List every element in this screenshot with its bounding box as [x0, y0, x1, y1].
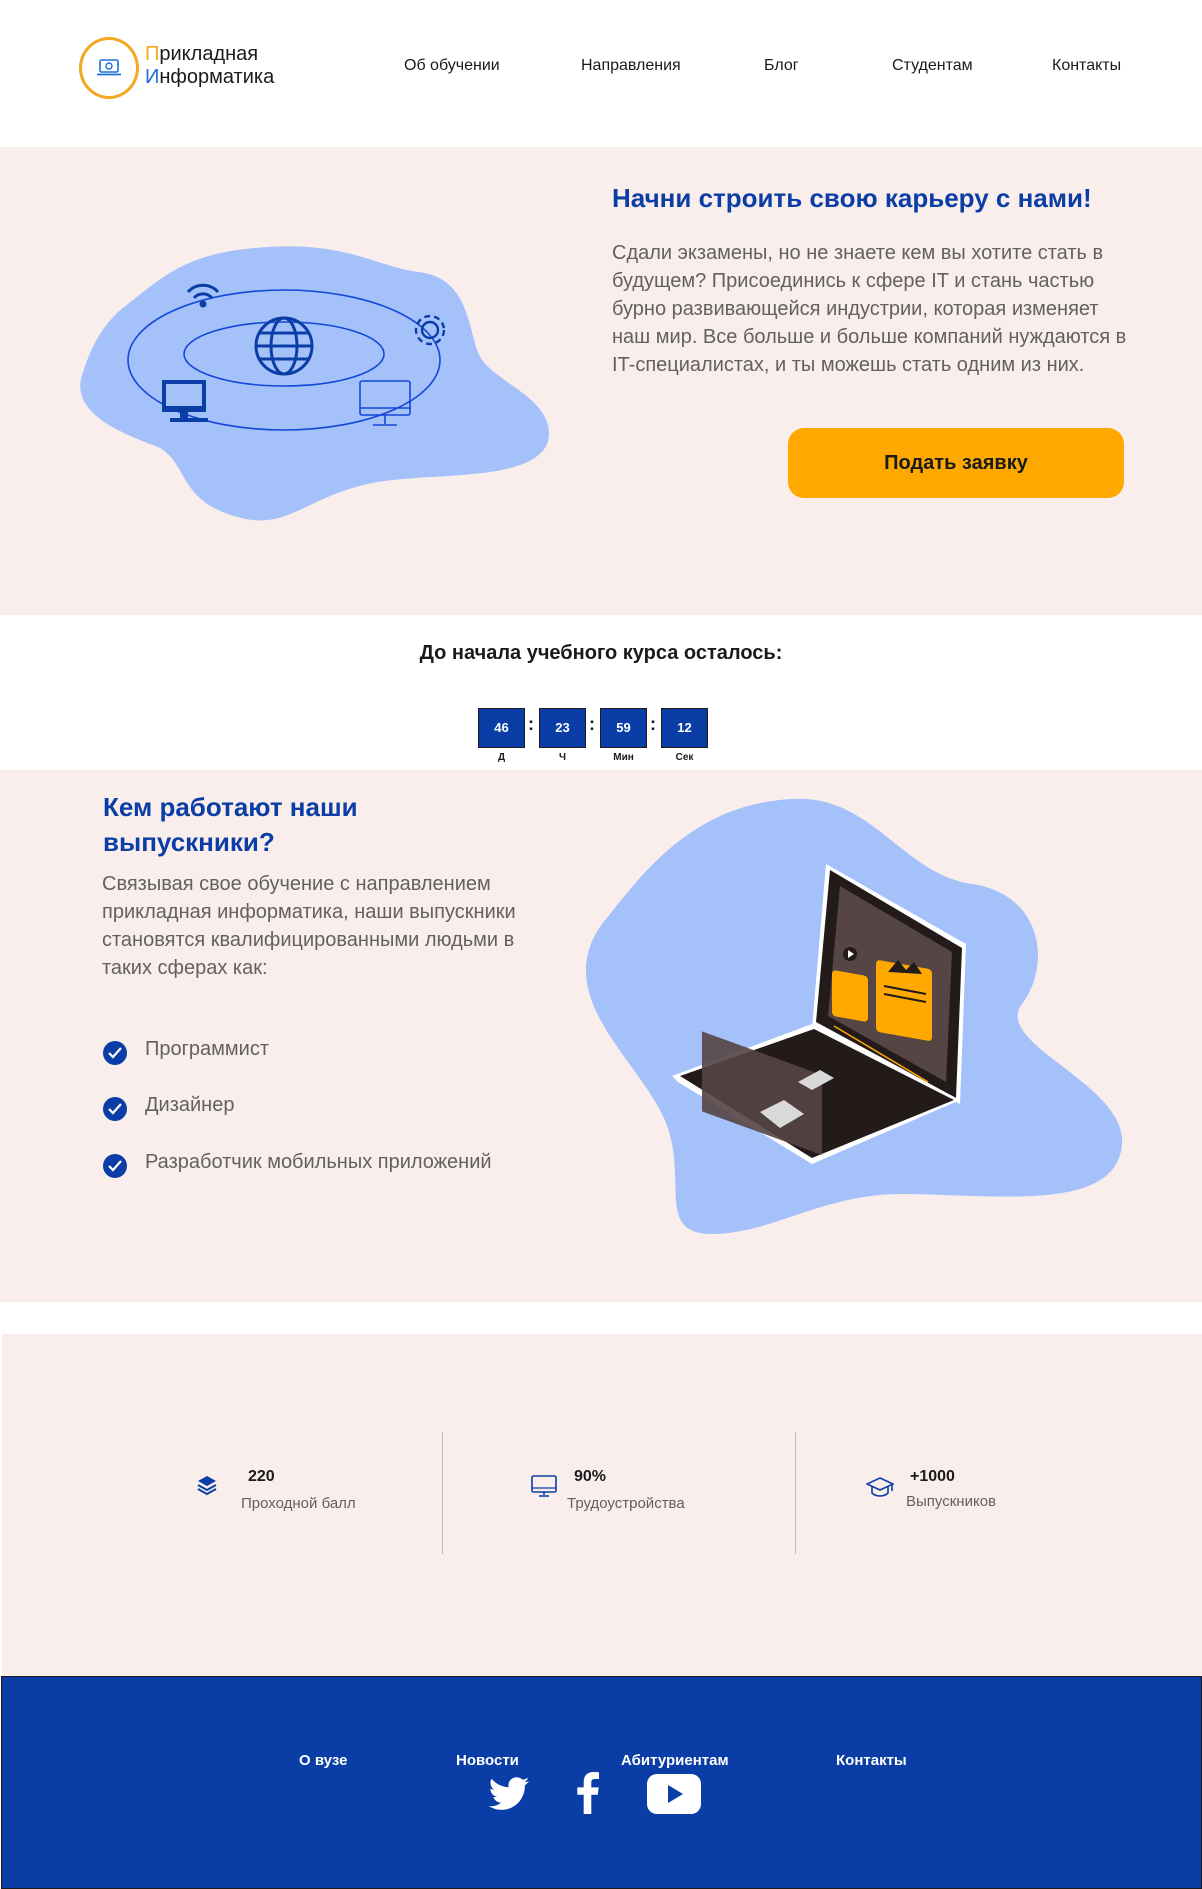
nav-students[interactable]: Студентам [892, 57, 973, 75]
footer-link-contacts[interactable]: Контакты [836, 1752, 907, 1769]
footer-link-news[interactable]: Новости [456, 1752, 519, 1769]
footer-link-about[interactable]: О вузе [299, 1752, 347, 1769]
network-illustration [80, 246, 549, 521]
apply-button[interactable]: Подать заявку [788, 428, 1124, 498]
hero-description: Сдали экзамены, но не знаете кем вы хоти… [612, 242, 1127, 376]
stat-divider [442, 1432, 443, 1554]
hero-section: Начни строить свою карьеру с нами! Сдали… [0, 147, 1202, 615]
stat-value: +1000 [910, 1468, 955, 1485]
nav-blog[interactable]: Блог [764, 57, 799, 75]
stats-section: 220 Проходной балл 90% Трудоустройства +… [2, 1334, 1202, 1676]
book-stack-icon [197, 1476, 217, 1496]
countdown-hours-label: Ч [558, 752, 567, 763]
check-circle-icon [103, 1097, 127, 1121]
countdown-title: До начала учебного курса осталось: [419, 642, 783, 664]
graduates-section: Кем работают наши выпускники? Связывая с… [0, 770, 1202, 1302]
stat-value: 220 [248, 1468, 275, 1485]
laptop-illustration [585, 798, 1123, 1234]
graduates-description: Связывая свое обучение с направлением пр… [102, 873, 516, 979]
youtube-icon[interactable] [647, 1774, 701, 1814]
countdown-hours: 23 [539, 708, 586, 748]
nav-directions[interactable]: Направления [581, 57, 681, 75]
main-nav: Об обучении Направления Блог Студентам К… [0, 57, 1202, 79]
countdown-seconds-label: Сек [675, 752, 694, 763]
stat-label: Выпускников [906, 1493, 997, 1510]
countdown-separator: : [589, 714, 595, 734]
nav-contacts[interactable]: Контакты [1052, 57, 1121, 75]
stat-value: 90% [574, 1468, 607, 1485]
site-header: Прикладная Информатика Об обучении Напра… [0, 0, 1202, 147]
graduation-cap-icon [866, 1477, 894, 1497]
countdown-days-label: Д [497, 752, 506, 763]
site-footer: О вузе Новости Абитуриентам Контакты [1, 1676, 1202, 1889]
check-circle-icon [103, 1154, 127, 1178]
countdown-seconds: 12 [661, 708, 708, 748]
footer-link-applicants[interactable]: Абитуриентам [621, 1752, 729, 1769]
countdown-minutes: 59 [600, 708, 647, 748]
list-item-label: Разработчик мобильных приложений [145, 1151, 492, 1173]
countdown-separator: : [528, 714, 534, 734]
countdown-section: До начала учебного курса осталось: 46 : … [0, 622, 1202, 770]
check-circle-icon [103, 1041, 127, 1065]
stat-label: Трудоустройства [567, 1495, 685, 1512]
list-item-label: Программист [145, 1038, 269, 1060]
stat-divider [795, 1432, 796, 1554]
monitor-icon [531, 1475, 557, 1497]
nav-about[interactable]: Об обучении [404, 57, 500, 75]
countdown-days: 46 [478, 708, 525, 748]
list-item-label: Дизайнер [145, 1094, 235, 1116]
stat-label: Проходной балл [241, 1495, 356, 1512]
countdown-minutes-label: Мин [613, 752, 634, 763]
graduates-title: Кем работают наши выпускники? [103, 792, 358, 857]
facebook-icon[interactable] [577, 1772, 599, 1814]
countdown-separator: : [650, 714, 656, 734]
hero-title: Начни строить свою карьеру с нами! [612, 183, 1092, 213]
twitter-icon[interactable] [488, 1777, 530, 1813]
blob-shape [80, 246, 549, 521]
